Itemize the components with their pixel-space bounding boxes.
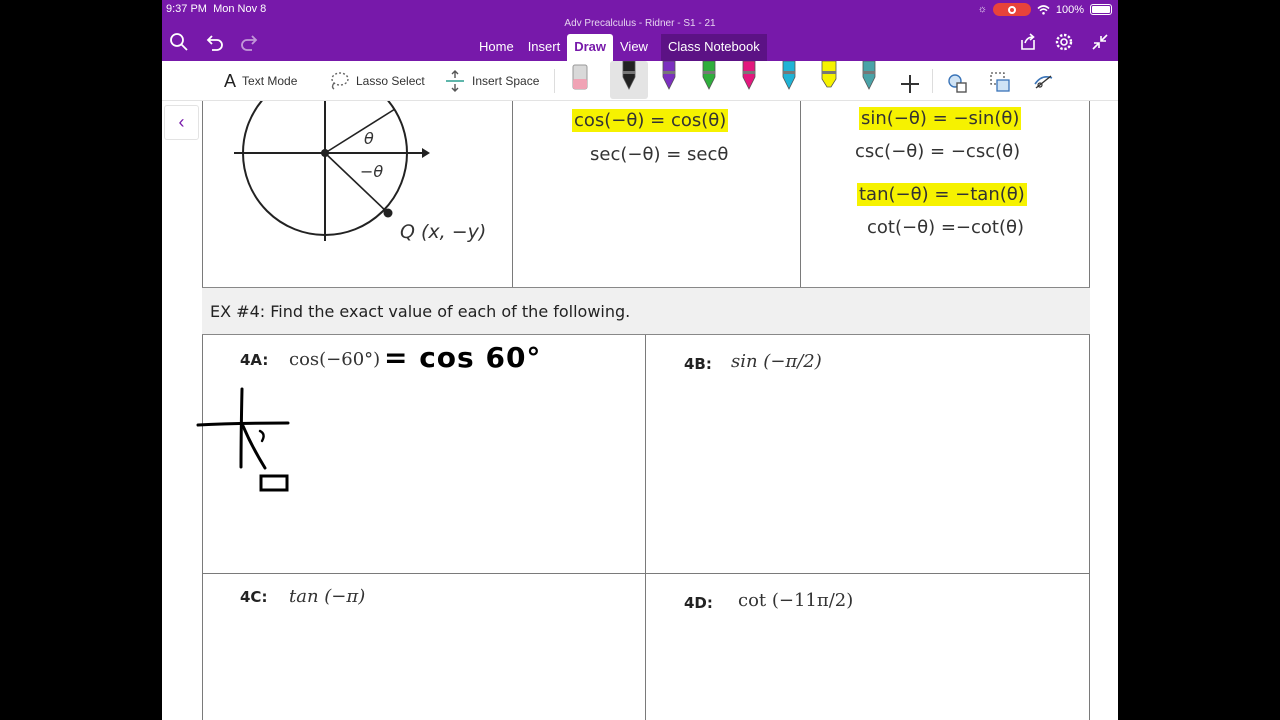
problem-4b-expr: sin (−π/2)	[731, 351, 822, 372]
collapse-icon[interactable]	[1090, 32, 1110, 52]
identity-cos: cos(−θ) = cos(θ)	[572, 109, 729, 132]
neg-theta-label: −θ	[360, 162, 384, 181]
problem-4a-label: 4A:	[240, 351, 269, 369]
example-header: EX #4: Find the exact value of each of t…	[202, 287, 1090, 335]
problem-4a-ink-answer: = cos 60°	[384, 341, 542, 374]
example-title: EX #4: Find the exact value of each of t…	[210, 302, 631, 321]
status-time: 9:37 PM Mon Nov 8	[166, 3, 267, 15]
insert-space-button[interactable]: Insert Space	[444, 69, 539, 93]
status-indicators: ☼ 100%	[978, 3, 1112, 16]
search-icon[interactable]	[169, 32, 189, 52]
text-mode-button[interactable]: A Text Mode	[224, 69, 297, 93]
identity-sec: sec(−θ) = secθ	[590, 144, 729, 165]
ribbon-header: 9:37 PM Mon Nov 8 ☼ 100% Adv Precalculus…	[162, 0, 1118, 61]
problem-4b-label: 4B:	[684, 355, 712, 373]
problem-4a-expr: cos(−60°)	[289, 349, 381, 370]
redo-icon[interactable]	[240, 32, 260, 52]
brightness-icon: ☼	[977, 4, 987, 15]
wifi-icon	[1037, 4, 1050, 15]
tab-view[interactable]: View	[613, 34, 655, 61]
lasso-select-label: Lasso Select	[356, 74, 425, 88]
problem-4c-label: 4C:	[240, 588, 268, 606]
tab-insert[interactable]: Insert	[521, 34, 568, 61]
document-title: Adv Precalculus - Ridner - S1 - 21	[564, 18, 716, 29]
shapes-icon[interactable]	[946, 69, 970, 99]
pen-green-icon[interactable]	[697, 61, 721, 91]
insert-space-icon	[446, 70, 464, 92]
recording-indicator	[992, 3, 1031, 16]
text-mode-label: Text Mode	[242, 74, 298, 88]
back-button[interactable]: ‹	[164, 105, 199, 140]
undo-icon[interactable]	[204, 32, 224, 52]
ribbon-tabs: Home Insert Draw View Class Notebook	[472, 34, 767, 61]
tab-home[interactable]: Home	[472, 34, 521, 61]
insert-space-label: Insert Space	[472, 74, 540, 88]
problem-4d-expr: cot (−11π/2)	[738, 590, 854, 611]
ink-to-shape-icon[interactable]	[988, 67, 1012, 97]
pen-purple-icon[interactable]	[657, 61, 681, 91]
status-date: Mon Nov 8	[213, 3, 267, 15]
identity-cot: cot(−θ) =−cot(θ)	[867, 217, 1025, 238]
chevron-left-icon: ‹	[178, 112, 185, 132]
problem-4c-expr: tan (−π)	[289, 586, 366, 607]
pen-pink-icon[interactable]	[737, 61, 761, 91]
ink-replay-icon[interactable]	[1032, 67, 1056, 97]
battery-percent: 100%	[1055, 3, 1084, 16]
share-icon[interactable]	[1018, 32, 1038, 52]
point-q-label: Q (x, −y)	[400, 221, 487, 243]
problem-4d-label: 4D:	[684, 594, 713, 612]
notebook-page[interactable]: ‹ θ −θ Q (x, −y) cos(−θ) = cos(θ) sec(−θ…	[162, 101, 1118, 720]
ink-sketch-axes	[196, 387, 290, 492]
highlighter-yellow-icon[interactable]	[817, 61, 841, 91]
pen-black-icon[interactable]	[617, 61, 641, 91]
lasso-select-button[interactable]: Lasso Select	[328, 69, 425, 93]
identity-sin: sin(−θ) = −sin(θ)	[859, 107, 1022, 130]
draw-toolbar: A Text Mode Lasso Select Insert Space	[162, 61, 1118, 101]
add-pen-icon[interactable]	[898, 69, 922, 99]
eraser-icon[interactable]	[568, 63, 592, 93]
pen-teal-icon[interactable]	[857, 61, 881, 91]
identity-tan: tan(−θ) = −tan(θ)	[857, 183, 1027, 206]
text-mode-icon: A	[224, 70, 237, 91]
tab-draw[interactable]: Draw	[567, 34, 613, 61]
onenote-window: 9:37 PM Mon Nov 8 ☼ 100% Adv Precalculus…	[162, 0, 1118, 720]
pen-cyan-icon[interactable]	[777, 61, 801, 91]
gear-icon[interactable]	[1054, 32, 1074, 52]
theta-label: θ	[364, 129, 374, 148]
battery-icon	[1090, 4, 1112, 15]
lasso-icon	[331, 72, 349, 90]
tab-class-notebook[interactable]: Class Notebook	[660, 34, 767, 61]
identity-csc: csc(−θ) = −csc(θ)	[855, 141, 1021, 162]
